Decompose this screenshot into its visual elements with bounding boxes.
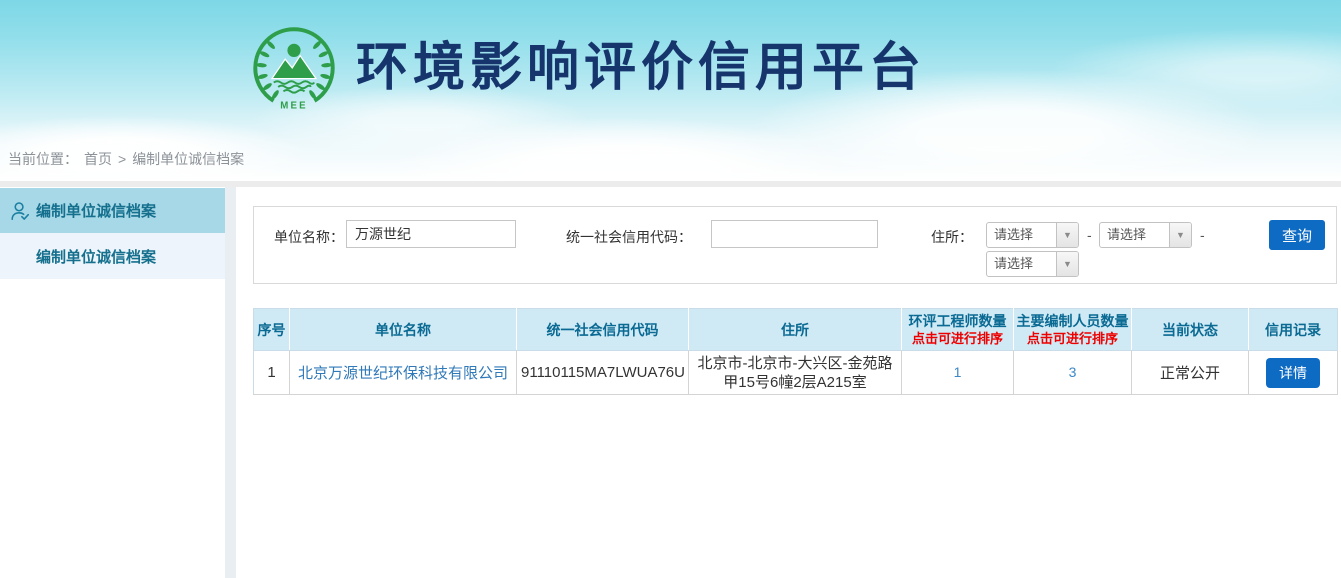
company-link[interactable]: 北京万源世纪环保科技有限公司 [298,365,508,382]
address-dash-1: - [1087,227,1092,243]
credit-code-label: 统一社会信用代码： [566,227,692,247]
content-area: 编制单位诚信档案 编制单位诚信档案 单位名称： 统一社会信用代码： 住所： 请选… [0,187,1341,578]
th-current-status: 当前状态 [1132,309,1249,351]
th-company-name: 单位名称 [290,309,517,351]
sidebar-item-label: 编制单位诚信档案 [36,200,156,221]
sidebar-subitem-label: 编制单位诚信档案 [36,246,156,267]
breadcrumb-separator: > [118,151,126,167]
address-city-select[interactable]: 请选择 ▼ [1099,222,1192,248]
th-staff-count-sortable[interactable]: 主要编制人员数量 点击可进行排序 [1014,309,1132,351]
query-button[interactable]: 查询 [1269,220,1325,250]
cell-credit-code: 91110115MA7LWUA76U [517,351,689,395]
sidebar-item-credit-archive[interactable]: 编制单位诚信档案 [0,188,225,233]
company-name-input[interactable] [346,220,516,248]
mee-logo-icon: MEE [250,24,338,112]
th-credit-code: 统一社会信用代码 [517,309,689,351]
sidebar: 编制单位诚信档案 编制单位诚信档案 [0,187,225,578]
th-index: 序号 [254,309,290,351]
sidebar-main-divider [225,187,236,578]
address-label: 住所： [931,227,973,247]
cell-address: 北京市-北京市-大兴区-金苑路甲15号6幢2层A215室 [689,351,902,395]
company-name-label: 单位名称： [274,227,344,247]
table-header-row: 序号 单位名称 统一社会信用代码 住所 环评工程师数量 点击可进行排序 主要编制… [254,309,1338,351]
address-district-select[interactable]: 请选择 ▼ [986,251,1079,277]
address-province-select[interactable]: 请选择 ▼ [986,222,1079,248]
table-row: 1 北京万源世纪环保科技有限公司 91110115MA7LWUA76U 北京市-… [254,351,1338,395]
sort-hint[interactable]: 点击可进行排序 [904,330,1011,347]
chevron-down-icon: ▼ [1056,223,1078,247]
brand: MEE 环境影响评价信用平台 [250,24,926,112]
breadcrumb-current: 编制单位诚信档案 [132,149,244,169]
breadcrumb: 当前位置： 首页 > 编制单位诚信档案 [8,149,244,169]
credit-code-input[interactable] [711,220,878,248]
cell-index: 1 [254,351,290,395]
breadcrumb-prefix: 当前位置： [8,149,78,169]
cell-staff-count: 3 [1014,351,1132,395]
th-engineer-count-sortable[interactable]: 环评工程师数量 点击可进行排序 [902,309,1014,351]
th-credit-record: 信用记录 [1249,309,1338,351]
site-title: 环境影响评价信用平台 [356,24,926,112]
svg-text:MEE: MEE [280,100,308,111]
th-address: 住所 [689,309,902,351]
main-panel: 单位名称： 统一社会信用代码： 住所： 请选择 ▼ - 请选择 ▼ - 请选择 … [236,187,1341,578]
search-form: 单位名称： 统一社会信用代码： 住所： 请选择 ▼ - 请选择 ▼ - 请选择 … [253,206,1337,284]
cell-company: 北京万源世纪环保科技有限公司 [290,351,517,395]
chevron-down-icon: ▼ [1056,252,1078,276]
detail-button[interactable]: 详情 [1266,358,1320,388]
breadcrumb-home-link[interactable]: 首页 [84,149,112,169]
staff-count-link[interactable]: 3 [1069,364,1077,380]
cell-credit-record: 详情 [1249,351,1338,395]
engineer-count-link[interactable]: 1 [954,364,962,380]
sort-hint[interactable]: 点击可进行排序 [1016,330,1129,347]
cell-engineer-count: 1 [902,351,1014,395]
user-check-icon [9,200,31,222]
address-dash-2: - [1200,227,1205,243]
results-table: 序号 单位名称 统一社会信用代码 住所 环评工程师数量 点击可进行排序 主要编制… [253,308,1338,395]
chevron-down-icon: ▼ [1169,223,1191,247]
cell-status: 正常公开 [1132,351,1249,395]
sidebar-subitem-credit-archive[interactable]: 编制单位诚信档案 [0,233,225,279]
page-header: MEE 环境影响评价信用平台 当前位置： 首页 > 编制单位诚信档案 [0,0,1341,181]
